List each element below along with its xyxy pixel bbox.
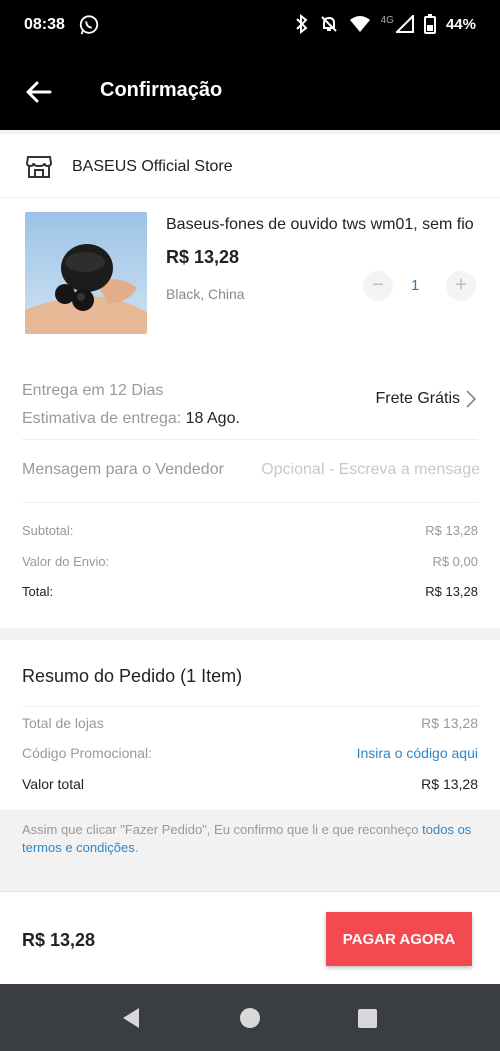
divider [22, 706, 478, 707]
status-bar: 08:38 4G 44% [0, 0, 500, 52]
chevron-right-icon [466, 390, 476, 408]
delivery-estimate-date: 18 Ago. [185, 410, 240, 427]
back-arrow-icon[interactable] [24, 77, 54, 107]
store-icon [25, 156, 53, 178]
total-row: Total: R$ 13,28 [22, 584, 478, 599]
terms-notice: Assim que clicar "Fazer Pedido", Eu conf… [22, 821, 482, 857]
total-label: Total: [22, 584, 54, 599]
shipping-option[interactable]: Frete Grátis [376, 390, 476, 408]
grand-total-value: R$ 13,28 [421, 776, 478, 792]
delivery-time: Entrega em 12 Dias [22, 382, 164, 399]
order-summary-card: Resumo do Pedido (1 Item) Total de lojas… [0, 640, 500, 810]
divider [22, 439, 478, 440]
promo-code-label: Código Promocional: [22, 745, 152, 761]
nav-home-icon[interactable] [240, 1008, 260, 1028]
seller-message-label: Mensagem para o Vendedor [22, 461, 224, 478]
delivery-estimate: Estimativa de entrega: 18 Ago. [22, 410, 240, 428]
wifi-icon [349, 16, 370, 32]
terms-end: . [134, 840, 139, 855]
stores-total-row: Total de lojas R$ 13,28 [22, 715, 478, 731]
store-name: BASEUS Official Store [72, 158, 233, 175]
quantity-decrease-button[interactable]: − [363, 271, 393, 301]
order-summary-title: Resumo do Pedido (1 Item) [22, 666, 243, 686]
order-card: BASEUS Official Store Baseus-fones de ou… [0, 134, 500, 628]
battery-percent: 44% [445, 15, 476, 33]
shipping-cost-value: R$ 0,00 [432, 554, 478, 569]
product-image[interactable] [25, 212, 147, 334]
system-nav-bar [0, 984, 500, 1051]
checkout-bar: R$ 13,28 PAGAR AGORA [0, 891, 500, 984]
grand-total-label: Valor total [22, 776, 84, 792]
mute-icon [320, 16, 337, 32]
stores-total-value: R$ 13,28 [421, 715, 478, 731]
shipping-cost-label: Valor do Envio: [22, 554, 110, 569]
store-row[interactable]: BASEUS Official Store [0, 134, 500, 198]
battery-icon [423, 14, 436, 34]
signal-icon [395, 15, 414, 33]
app-bar: Confirmação [0, 52, 500, 130]
divider [22, 502, 478, 503]
stores-total-label: Total de lojas [22, 715, 104, 731]
quantity-value: 1 [411, 277, 420, 294]
whatsapp-icon [79, 15, 99, 35]
delivery-estimate-label: Estimativa de entrega: [22, 410, 186, 427]
seller-message-input[interactable] [252, 456, 480, 484]
subtotal-value: R$ 13,28 [425, 523, 478, 538]
subtotal-label: Subtotal: [22, 523, 74, 538]
promo-code-link[interactable]: Insira o código aqui [357, 745, 478, 761]
product-variant[interactable]: Black, China [166, 286, 245, 302]
subtotal-row: Subtotal: R$ 13,28 [22, 523, 478, 538]
product-title[interactable]: Baseus-fones de ouvido tws wm01, sem fio [166, 216, 480, 234]
nav-recents-icon[interactable] [358, 1009, 377, 1028]
product-price: R$ 13,28 [166, 247, 240, 267]
page-title: Confirmação [100, 79, 223, 101]
earbuds-photo [25, 212, 147, 334]
grand-total-row: Valor total R$ 13,28 [22, 776, 478, 792]
nav-back-icon[interactable] [120, 1007, 142, 1029]
promo-code-row: Código Promocional: Insira o código aqui [22, 745, 478, 761]
checkout-total: R$ 13,28 [22, 930, 96, 950]
status-time: 08:38 [24, 16, 65, 33]
terms-text: Assim que clicar "Fazer Pedido", Eu conf… [22, 822, 423, 837]
quantity-increase-button[interactable]: + [446, 271, 476, 301]
bluetooth-icon [295, 14, 308, 34]
pay-now-button[interactable]: PAGAR AGORA [326, 912, 472, 966]
shipping-option-label: Frete Grátis [375, 390, 460, 407]
shipping-cost-row: Valor do Envio: R$ 0,00 [22, 554, 478, 569]
status-icons: 4G 44% [295, 14, 476, 34]
network-type: 4G [380, 14, 394, 26]
total-value: R$ 13,28 [425, 584, 478, 599]
